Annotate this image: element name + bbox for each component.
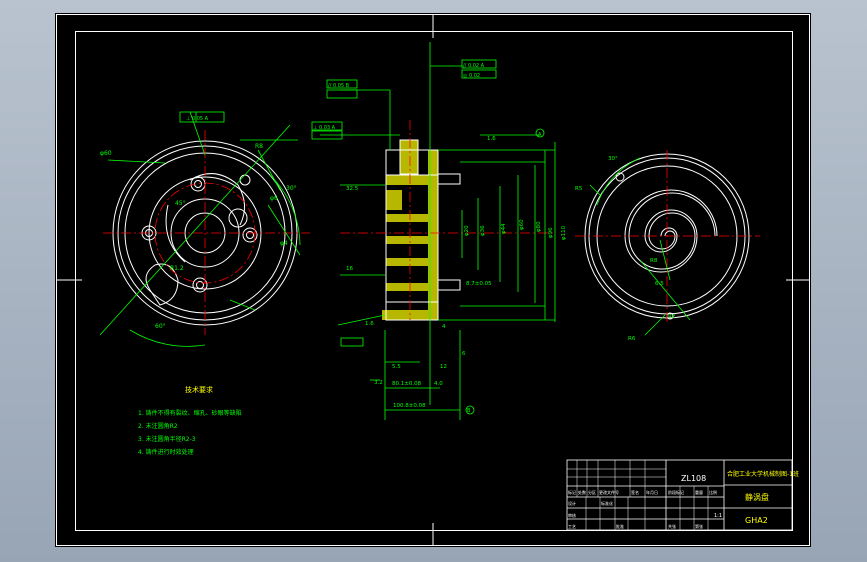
label-right-3: R2 xyxy=(668,314,675,320)
front-tolerance: ⊥ 0.05 A xyxy=(186,116,209,122)
label-right-4: 30° xyxy=(608,156,618,162)
label-section-11: 4 xyxy=(442,324,446,330)
tb-review-2: 批准 xyxy=(616,523,624,529)
tol-section-3: ⊥ 0.03 A xyxy=(313,125,336,131)
tb-head-1: 处数 xyxy=(578,489,586,495)
tol-section-1: ◎ 0.02 xyxy=(463,73,480,79)
title-school: 合肥工业大学机械制图-1班 xyxy=(727,470,799,478)
tb-head-2: 分区 xyxy=(588,489,596,495)
tb-design-0: 设计 xyxy=(568,500,576,506)
label-section-5: φ60 xyxy=(519,219,525,230)
label-front-1: R8 xyxy=(255,143,263,150)
title-part-name: 静涡盘 xyxy=(745,492,769,502)
label-section-21: 8.7±0.05 xyxy=(466,281,492,287)
tech-req-item-3: 3. 未注圆角半径R2-3 xyxy=(138,435,196,443)
label-right-1: R8 xyxy=(650,258,658,264)
label-section-6: φ44 xyxy=(501,223,507,234)
label-right-2: 6.5 xyxy=(655,281,664,287)
tb-head-0: 标记 xyxy=(568,489,576,495)
tb-review-1: 工艺 xyxy=(568,524,576,529)
cad-drawing-canvas[interactable]: φ60 R8 φ6 φ4 30° 60° R1.2 45° ⊥ 0.05 A 1… xyxy=(0,0,867,562)
label-front-5: 60° xyxy=(155,323,166,330)
label-front-3: φ4 xyxy=(280,240,288,247)
label-right-0: R5 xyxy=(575,186,583,192)
tb-review-4: 第张 xyxy=(695,523,703,529)
tech-req-title: 技术要求 xyxy=(185,385,213,394)
tol-section-2: // 0.05 B xyxy=(328,83,350,89)
tech-req-item-2: 2. 未注圆角R2 xyxy=(138,422,178,430)
label-section-16: 1.6 xyxy=(365,321,374,327)
label-section-14: 6 xyxy=(462,351,466,357)
tech-req-item-1: 1. 铸件不得有裂纹、缩孔、砂眼等缺陷 xyxy=(138,409,242,417)
title-material: ZL108 xyxy=(681,474,706,483)
label-section-13: 12 xyxy=(440,364,447,370)
title-drawing-number: GHA2 xyxy=(745,516,768,525)
tb-head-5: 年月日 xyxy=(646,489,658,495)
label-section-7: φ36 xyxy=(480,225,486,236)
label-section-9: 32.5 xyxy=(346,186,359,192)
cad-viewport: φ60 R8 φ6 φ4 30° 60° R1.2 45° ⊥ 0.05 A 1… xyxy=(0,0,867,562)
label-front-6: R1.2 xyxy=(170,265,184,272)
tb-review-0: 审核 xyxy=(568,512,576,518)
label-front-2: φ6 xyxy=(270,195,278,202)
label-section-18: 100.8±0.08 xyxy=(393,403,426,409)
tb-head-4: 签名 xyxy=(631,489,639,495)
tol-section-0: // 0.02 A xyxy=(463,63,485,69)
label-section-3: φ96 xyxy=(548,227,554,238)
tb-review-3: 共张 xyxy=(668,523,676,529)
tb-design-1: 标准化 xyxy=(601,500,613,506)
label-section-20: 4.0 xyxy=(434,381,443,387)
label-section-10: 16 xyxy=(346,266,353,272)
tb-design-2: 阶段标记 xyxy=(668,489,684,495)
label-section-17: B xyxy=(467,408,471,414)
label-section-8: φ20 xyxy=(464,225,470,236)
label-right-5: R6 xyxy=(628,336,636,342)
label-section-12: 5.5 xyxy=(392,364,401,370)
label-front-7: 45° xyxy=(175,200,186,207)
label-section-0: 1.6 xyxy=(487,136,496,142)
label-section-15: 3.2 xyxy=(374,380,383,386)
label-section-19: 80.1±0.08 xyxy=(392,381,422,387)
label-front-4: 30° xyxy=(286,185,297,192)
tb-design-3: 重量 xyxy=(695,489,703,495)
tb-head-3: 更改文件号 xyxy=(599,489,619,495)
label-section-1: A xyxy=(538,132,542,138)
tech-req-item-4: 4. 铸件进行时效处理 xyxy=(138,448,194,456)
label-front-0: φ60 xyxy=(100,150,112,157)
title-scale: 1:1 xyxy=(714,513,722,519)
label-section-2: φ110 xyxy=(561,225,567,240)
label-section-4: φ80 xyxy=(536,221,542,232)
tb-design-4: 比例 xyxy=(709,489,717,495)
